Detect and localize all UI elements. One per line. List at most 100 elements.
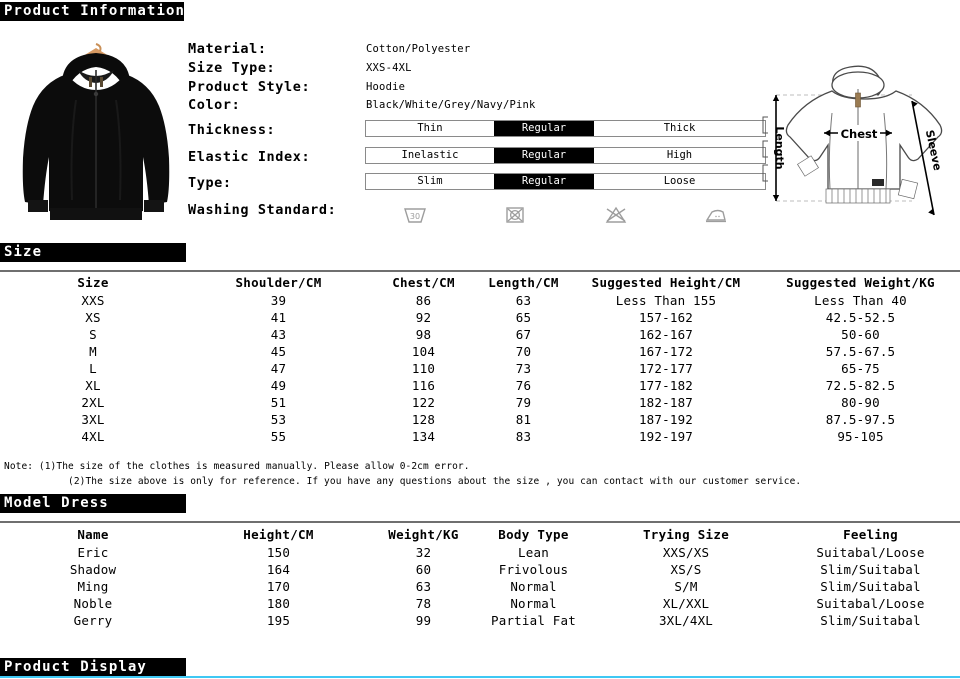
cell-body-type: Lean <box>518 545 549 560</box>
model-col-body-type: Body Type <box>498 527 569 542</box>
cell-length: 76 <box>515 378 532 393</box>
svg-text:Chest: Chest <box>841 127 878 141</box>
size-col-weight: Suggested Weight/KG <box>786 275 935 290</box>
cell-body-type: Frivolous <box>498 562 569 577</box>
cell-chest: 104 <box>411 344 436 359</box>
cell-trying-size: 3XL/4XL <box>658 613 714 628</box>
cell-feeling: Slim/Suitabal <box>820 579 921 594</box>
table-row: Shadow 164 60 Frivolous XS/S Slim/Suitabal <box>0 561 960 578</box>
cell-shoulder: 53 <box>270 412 287 427</box>
option-type-slim[interactable]: Slim <box>366 174 494 189</box>
model-col-height: Height/CM <box>243 527 314 542</box>
section-header-size: Size <box>0 243 186 262</box>
cell-size: XL <box>85 378 101 393</box>
cell-height: 195 <box>266 613 291 628</box>
cell-chest: 110 <box>411 361 436 376</box>
table-row: 3XL 53 128 81 187-192 87.5-97.5 <box>0 411 960 428</box>
option-bar-elastic-index[interactable]: Inelastic Regular High <box>365 147 766 164</box>
cell-length: 79 <box>515 395 532 410</box>
spec-label-size-type: Size Type: <box>188 60 276 76</box>
table-row: S 43 98 67 162-167 50-60 <box>0 326 960 343</box>
option-type-regular[interactable]: Regular <box>494 174 594 189</box>
cell-feeling: Slim/Suitabal <box>820 613 921 628</box>
table-row: M 45 104 70 167-172 57.5-67.5 <box>0 343 960 360</box>
cell-name: Shadow <box>69 562 117 577</box>
cell-chest: 134 <box>411 429 436 444</box>
cell-weight: 65-75 <box>841 361 880 376</box>
cell-chest: 86 <box>415 293 432 308</box>
cell-size: M <box>89 344 97 359</box>
cell-height: 177-182 <box>638 378 694 393</box>
size-col-size: Size <box>77 275 109 290</box>
model-table-top-rule <box>0 521 960 523</box>
product-photo <box>10 30 182 235</box>
spec-label-elastic-index: Elastic Index: <box>188 149 311 165</box>
option-elastic-high[interactable]: High <box>594 148 765 163</box>
option-type-loose[interactable]: Loose <box>594 174 765 189</box>
option-thickness-thick[interactable]: Thick <box>594 121 765 136</box>
cell-chest: 128 <box>411 412 436 427</box>
measurement-diagram: Length Chest Sleeve <box>762 55 958 237</box>
table-row: Ming 170 63 Normal S/M Slim/Suitabal <box>0 578 960 595</box>
spec-value-size-type: XXS-4XL <box>366 62 412 74</box>
size-col-chest: Chest/CM <box>392 275 455 290</box>
cell-chest: 92 <box>415 310 432 325</box>
spec-value-color: Black/White/Grey/Navy/Pink <box>366 99 536 111</box>
model-col-feeling: Feeling <box>843 527 898 542</box>
cell-height: 162-167 <box>638 327 694 342</box>
cell-name: Ming <box>77 579 109 594</box>
cell-weight: 42.5-52.5 <box>825 310 896 325</box>
section-header-product-display: Product Display <box>0 658 186 677</box>
cell-weight: 80-90 <box>841 395 880 410</box>
size-table: Size Shoulder/CM Chest/CM Length/CM Sugg… <box>0 274 960 445</box>
size-note-line-2: (2)The size above is only for reference.… <box>68 476 802 487</box>
accent-divider <box>0 676 960 678</box>
option-thickness-regular[interactable]: Regular <box>494 121 594 136</box>
size-table-top-rule <box>0 270 960 272</box>
cell-shoulder: 51 <box>270 395 287 410</box>
cell-body-type: Normal <box>510 579 557 594</box>
svg-text:Length: Length <box>773 126 786 169</box>
cell-height: 180 <box>266 596 291 611</box>
cell-weight: 99 <box>415 613 432 628</box>
cell-trying-size: S/M <box>674 579 698 594</box>
cell-length: 70 <box>515 344 532 359</box>
cell-height: 150 <box>266 545 291 560</box>
cell-length: 73 <box>515 361 532 376</box>
model-col-weight: Weight/KG <box>388 527 459 542</box>
cell-feeling: Suitabal/Loose <box>816 545 925 560</box>
spec-label-material: Material: <box>188 41 267 57</box>
spec-label-color: Color: <box>188 97 241 113</box>
svg-text:30: 30 <box>410 212 420 221</box>
cell-feeling: Suitabal/Loose <box>816 596 925 611</box>
cell-height: 164 <box>266 562 291 577</box>
option-elastic-regular[interactable]: Regular <box>494 148 594 163</box>
cell-body-type: Partial Fat <box>491 613 576 628</box>
table-row: XXS 39 86 63 Less Than 155 Less Than 40 <box>0 292 960 309</box>
cell-shoulder: 47 <box>270 361 287 376</box>
cell-trying-size: XS/S <box>670 562 702 577</box>
cell-height: 167-172 <box>638 344 694 359</box>
option-thickness-thin[interactable]: Thin <box>366 121 494 136</box>
cell-shoulder: 55 <box>270 429 287 444</box>
cell-shoulder: 41 <box>270 310 287 325</box>
option-elastic-inelastic[interactable]: Inelastic <box>366 148 494 163</box>
cell-length: 65 <box>515 310 532 325</box>
cell-height: Less Than 155 <box>615 293 717 308</box>
table-row: L 47 110 73 172-177 65-75 <box>0 360 960 377</box>
size-table-header-row: Size Shoulder/CM Chest/CM Length/CM Sugg… <box>0 274 960 292</box>
cell-size: 3XL <box>81 412 105 427</box>
option-bar-thickness[interactable]: Thin Regular Thick <box>365 120 766 137</box>
cell-size: S <box>89 327 97 342</box>
cell-weight: 57.5-67.5 <box>825 344 896 359</box>
model-col-trying-size: Trying Size <box>642 527 730 542</box>
table-row: Gerry 195 99 Partial Fat 3XL/4XL Slim/Suitaba… <box>0 612 960 629</box>
cell-weight: 78 <box>415 596 432 611</box>
cell-feeling: Slim/Suitabal <box>820 562 921 577</box>
option-bar-type[interactable]: Slim Regular Loose <box>365 173 766 190</box>
cell-length: 67 <box>515 327 532 342</box>
cell-height: 172-177 <box>638 361 694 376</box>
table-row: 2XL 51 122 79 182-187 80-90 <box>0 394 960 411</box>
cell-height: 187-192 <box>638 412 694 427</box>
table-row: Noble 180 78 Normal XL/XXL Suitabal/Loose <box>0 595 960 612</box>
